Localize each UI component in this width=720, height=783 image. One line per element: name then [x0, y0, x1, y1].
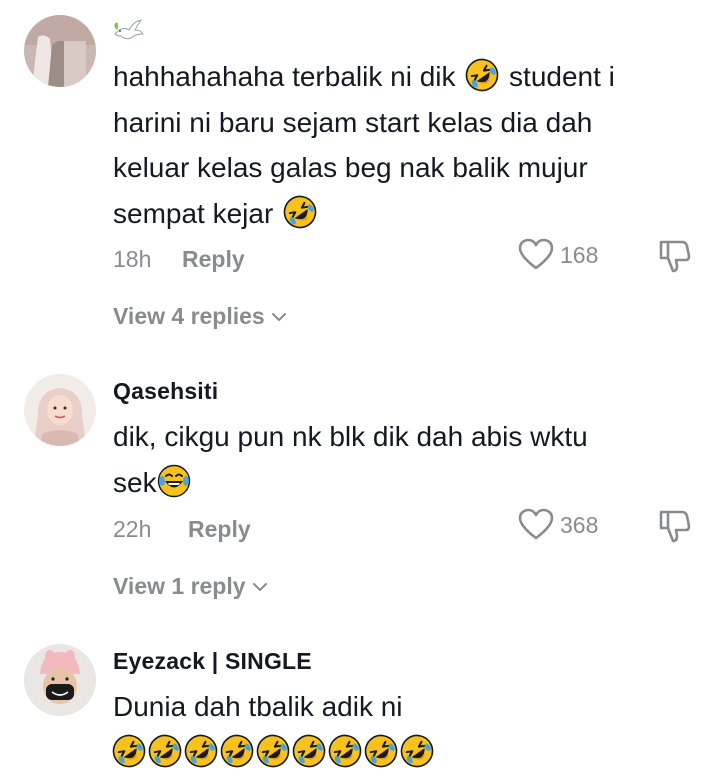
like-count: 168 [560, 241, 599, 268]
rofl-emoji [292, 734, 326, 768]
rofl-emoji [220, 734, 254, 768]
chevron-down-icon [271, 312, 286, 321]
rofl-emoji [148, 734, 182, 768]
joy-emoji [157, 464, 191, 498]
rofl-emoji [184, 734, 218, 768]
view-replies-button[interactable]: View 1 reply [113, 573, 268, 600]
timestamp: 22h [113, 516, 152, 542]
dove-icon [113, 18, 145, 49]
rofl-emoji [256, 734, 290, 768]
rofl-emoji [328, 734, 362, 768]
comment-text: dik, cikgu pun nk blk dik dah abis wktu … [113, 421, 588, 498]
avatar[interactable] [24, 644, 96, 716]
comment-text: Dunia dah tbalik adik ni [113, 684, 693, 775]
avatar[interactable] [24, 374, 96, 446]
rofl-emoji [465, 58, 499, 92]
dislike-button[interactable] [658, 238, 692, 279]
timestamp: 18h [113, 246, 152, 272]
rofl-emoji [112, 734, 146, 768]
rofl-emoji [400, 734, 434, 768]
reply-button[interactable]: Reply [182, 246, 245, 273]
rofl-emoji [283, 195, 317, 229]
like-count: 368 [560, 511, 599, 538]
reply-button[interactable]: Reply [188, 516, 251, 543]
username[interactable]: Eyezack | SINGLE [113, 648, 312, 675]
emoji-row [111, 730, 693, 776]
thumbs-down-icon [659, 240, 691, 273]
avatar[interactable] [24, 15, 96, 87]
thumbs-down-icon [659, 510, 691, 543]
username[interactable]: Qasehsiti [113, 378, 218, 405]
dislike-button[interactable] [658, 508, 692, 549]
view-replies-button[interactable]: View 4 replies [113, 303, 287, 330]
chevron-down-icon [252, 582, 267, 591]
rofl-emoji [364, 734, 398, 768]
heart-icon [518, 508, 554, 540]
comment-text: hahhahahaha terbalik ni dik student i ha… [113, 54, 693, 236]
like-button[interactable]: 368 [518, 507, 598, 543]
heart-icon [518, 238, 554, 270]
like-button[interactable]: 168 [518, 237, 598, 273]
